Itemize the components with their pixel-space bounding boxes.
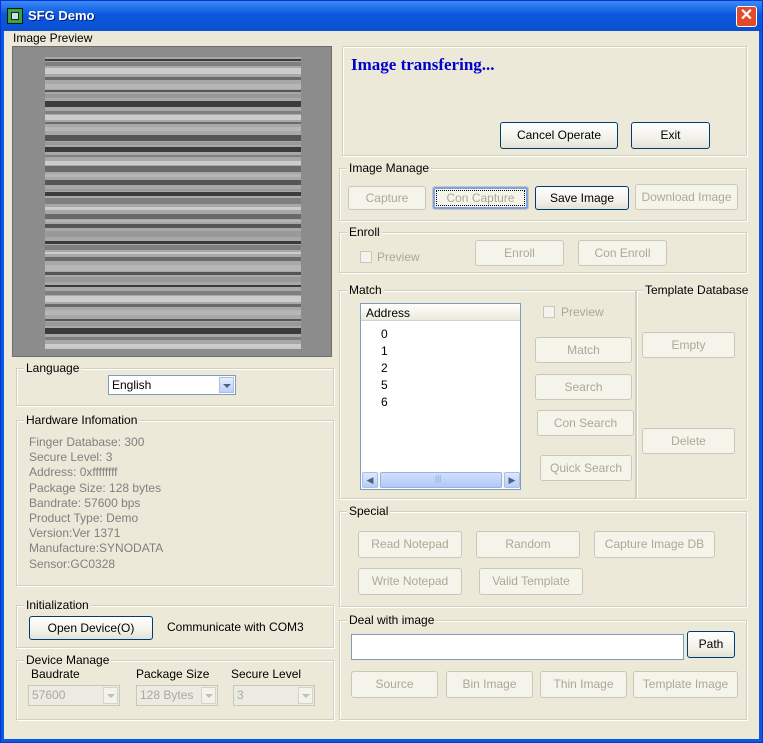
package-size-label: Package Size (136, 667, 210, 681)
empty-button[interactable]: Empty (642, 332, 735, 358)
language-value: English (112, 378, 152, 392)
cancel-operate-button[interactable]: Cancel Operate (500, 122, 618, 149)
scroll-right-icon[interactable]: ▶ (504, 472, 520, 488)
scroll-left-icon[interactable]: ◀ (362, 472, 378, 488)
fingerprint-image (12, 46, 332, 357)
path-input[interactable] (351, 634, 684, 660)
hardware-info-line: Product Type: Demo (29, 511, 139, 525)
save-image-button[interactable]: Save Image (535, 186, 629, 210)
write-notepad-button[interactable]: Write Notepad (358, 568, 462, 595)
template-image-button[interactable]: Template Image (633, 671, 738, 698)
address-list-item[interactable]: 5 (381, 378, 388, 392)
quick-search-button[interactable]: Quick Search (540, 455, 632, 481)
hardware-info-line: Package Size: 128 bytes (29, 480, 162, 495)
template-database-title: Template Database (643, 283, 751, 297)
enroll-preview-checkbox[interactable] (360, 251, 372, 263)
search-button[interactable]: Search (535, 374, 632, 400)
image-manage-group: Image Manage Capture Con Capture Save Im… (339, 161, 747, 221)
package-size-select[interactable]: 128 Bytes (136, 685, 218, 706)
language-group: Language English (16, 361, 334, 406)
communication-status: Communicate with COM3 (167, 620, 304, 634)
status-message: Image transfering... (351, 55, 495, 74)
device-manage-group: Device Manage Baudrate Package Size Secu… (16, 653, 334, 720)
address-list-item[interactable]: 0 (381, 327, 388, 341)
window-title: SFG Demo (28, 8, 95, 23)
hardware-info-line: Bandrate: 57600 bps (29, 495, 141, 510)
match-button[interactable]: Match (535, 337, 632, 363)
valid-template-button[interactable]: Valid Template (479, 568, 583, 595)
hardware-info-line: Version:Ver 1371 (29, 526, 121, 541)
initialization-title: Initialization (24, 598, 91, 612)
con-capture-button[interactable]: Con Capture (432, 186, 529, 210)
special-group: Special Read Notepad Random Capture Imag… (339, 504, 747, 607)
path-button[interactable]: Path (687, 631, 735, 658)
language-select[interactable]: English (108, 375, 236, 395)
thin-image-button[interactable]: Thin Image (540, 671, 627, 698)
baudrate-label: Baudrate (31, 667, 80, 681)
hardware-info-line: Sensor:GC0328 (29, 556, 116, 571)
hardware-info-line: Address: 0xffffffff (29, 465, 118, 480)
chevron-down-icon[interactable] (201, 687, 216, 704)
match-preview-checkbox[interactable] (543, 306, 555, 318)
deal-with-image-group: Deal with image Path Source Bin Image Th… (339, 613, 747, 720)
enroll-button[interactable]: Enroll (475, 240, 564, 266)
status-panel: Image transfering... Cancel Operate Exit (342, 46, 747, 156)
exit-button[interactable]: Exit (631, 122, 710, 149)
download-image-button[interactable]: Download Image (635, 184, 738, 210)
app-icon (7, 8, 23, 24)
hardware-info-group: Hardware Infomation Finger Database: 300… (16, 413, 334, 586)
enroll-group: Enroll Preview Enroll Con Enroll (339, 225, 747, 273)
title-bar[interactable]: SFG Demo ✕ (1, 1, 762, 31)
address-header-label: Address (366, 306, 411, 320)
initialization-group: Initialization Open Device(O) Communicat… (16, 598, 334, 648)
open-device-button[interactable]: Open Device(O) (29, 616, 153, 640)
source-button[interactable]: Source (351, 671, 438, 698)
match-title: Match (347, 283, 384, 297)
package-size-value: 128 Bytes (140, 688, 194, 702)
hardware-info-line: Secure Level: 3 (29, 450, 113, 465)
con-search-button[interactable]: Con Search (537, 410, 634, 436)
fingerprint-graphic (13, 47, 331, 356)
secure-level-value: 3 (237, 688, 244, 702)
baudrate-select[interactable]: 57600 (28, 685, 120, 706)
random-button[interactable]: Random (476, 531, 580, 558)
address-list[interactable]: Address 0 1 2 5 6 ◀ ▶ (360, 303, 521, 490)
image-preview-label: Image Preview (13, 31, 93, 45)
chevron-down-icon[interactable] (103, 687, 118, 704)
capture-button[interactable]: Capture (348, 186, 426, 210)
enroll-title: Enroll (347, 225, 382, 239)
special-title: Special (347, 504, 391, 518)
secure-level-label: Secure Level (231, 667, 302, 681)
capture-image-db-button[interactable]: Capture Image DB (594, 531, 715, 558)
app-window: SFG Demo ✕ Image Preview Language Englis… (0, 0, 763, 743)
scroll-thumb[interactable] (380, 472, 502, 488)
device-manage-title: Device Manage (24, 653, 112, 667)
con-enroll-button[interactable]: Con Enroll (578, 240, 667, 266)
baudrate-value: 57600 (32, 688, 66, 702)
address-column-header[interactable]: Address (361, 304, 520, 321)
hardware-info-title: Hardware Infomation (24, 413, 140, 427)
delete-button[interactable]: Delete (642, 428, 735, 454)
chevron-down-icon[interactable] (219, 377, 234, 393)
language-group-title: Language (24, 361, 82, 375)
read-notepad-button[interactable]: Read Notepad (358, 531, 462, 558)
chevron-down-icon[interactable] (298, 687, 313, 704)
address-list-scrollbar[interactable]: ◀ ▶ (362, 472, 520, 488)
address-list-item[interactable]: 1 (381, 344, 388, 358)
match-preview-label: Preview (561, 305, 604, 319)
image-manage-title: Image Manage (347, 161, 432, 175)
client-area: Image Preview Language English Hardware … (4, 31, 759, 739)
hardware-info-line: Manufacture:SYNODATA (29, 541, 164, 556)
match-group: Match Address 0 1 2 5 6 ◀ ▶ Preview Match Se… (339, 283, 636, 499)
bin-image-button[interactable]: Bin Image (446, 671, 533, 698)
secure-level-select[interactable]: 3 (233, 685, 315, 706)
template-database-group: Template Database Empty Delete (636, 283, 751, 499)
hardware-info-line: Finger Database: 300 (29, 435, 145, 449)
address-list-item[interactable]: 2 (381, 361, 388, 375)
close-button[interactable]: ✕ (736, 6, 757, 27)
close-icon: ✕ (739, 7, 754, 24)
address-list-item[interactable]: 6 (381, 395, 388, 409)
enroll-preview-label: Preview (377, 250, 420, 264)
deal-with-image-title: Deal with image (347, 613, 437, 627)
